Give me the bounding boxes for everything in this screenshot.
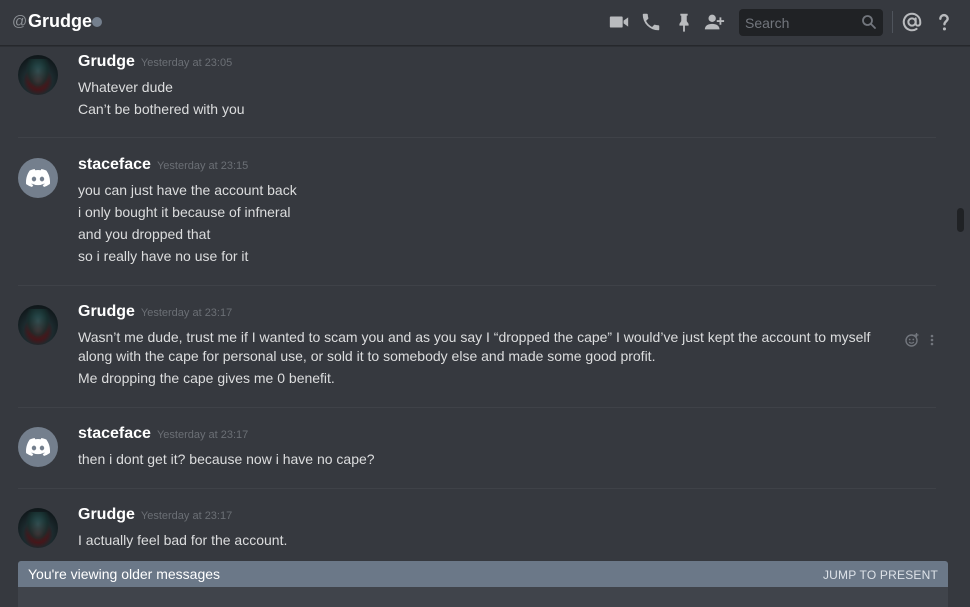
message-line: along with the cape for personal use, or… <box>78 348 656 364</box>
status-indicator <box>92 17 102 27</box>
avatar[interactable] <box>18 427 58 467</box>
scrollbar-track[interactable] <box>956 47 964 559</box>
channel-header: @ Grudge <box>0 0 970 46</box>
message-divider <box>18 285 936 286</box>
message-timestamp: Yesterday at 23:17 <box>156 429 249 441</box>
message-author[interactable]: staceface Yesterday at 23:15 <box>78 156 248 174</box>
jump-to-present-button[interactable]: JUMP TO PRESENT <box>823 568 938 582</box>
author-name[interactable]: Grudge <box>78 303 135 320</box>
message-author[interactable]: Grudge Yesterday at 23:17 <box>78 303 232 321</box>
message-divider <box>18 137 936 138</box>
discord-logo-icon <box>26 438 50 456</box>
message-line: Whatever dude <box>78 79 173 95</box>
message-line: you can just have the account back <box>78 182 297 198</box>
header-divider <box>892 11 893 33</box>
add-reaction-icon[interactable] <box>904 332 920 348</box>
message-author[interactable]: staceface Yesterday at 23:17 <box>78 425 248 443</box>
help-icon[interactable] <box>933 11 955 33</box>
pin-icon[interactable] <box>673 11 695 33</box>
message-divider <box>18 407 936 408</box>
add-friend-icon[interactable] <box>703 11 725 33</box>
search-input[interactable] <box>739 9 863 36</box>
at-icon[interactable] <box>901 11 923 33</box>
message-divider <box>18 488 936 489</box>
scrollbar-thumb[interactable] <box>957 208 964 232</box>
author-name[interactable]: staceface <box>78 425 151 442</box>
message-line: i only bought it because of infneral <box>78 204 291 220</box>
more-options-icon[interactable] <box>929 332 935 348</box>
message-timestamp: Yesterday at 23:05 <box>140 57 233 69</box>
avatar[interactable] <box>18 508 58 548</box>
discord-logo-icon <box>26 169 50 187</box>
avatar[interactable] <box>18 305 58 345</box>
avatar[interactable] <box>18 55 58 95</box>
author-name[interactable]: Grudge <box>78 506 135 523</box>
message-author[interactable]: Grudge Yesterday at 23:17 <box>78 506 232 524</box>
video-call-icon[interactable] <box>608 11 630 33</box>
message-timestamp: Yesterday at 23:17 <box>140 307 233 319</box>
message-actions <box>904 332 940 348</box>
message-input-area[interactable] <box>18 587 948 607</box>
author-name[interactable]: staceface <box>78 156 151 173</box>
avatar[interactable] <box>18 158 58 198</box>
older-messages-bar: You're viewing older messages JUMP TO PR… <box>18 561 948 587</box>
message-line: I actually feel bad for the account. <box>78 532 288 548</box>
message-timestamp: Yesterday at 23:15 <box>156 160 249 172</box>
message-line: Me dropping the cape gives me 0 benefit. <box>78 370 335 386</box>
voice-call-icon[interactable] <box>640 11 662 33</box>
channel-name[interactable]: Grudge <box>28 11 92 32</box>
at-symbol: @ <box>12 13 28 30</box>
message-line: then i dont get it? because now i have n… <box>78 451 375 467</box>
message-list[interactable]: Grudge Yesterday at 23:05 Whatever dude C… <box>0 47 955 559</box>
message-line: Can’t be bothered with you <box>78 101 245 117</box>
search-box[interactable] <box>739 9 883 36</box>
message-timestamp: Yesterday at 23:17 <box>140 510 233 522</box>
search-icon <box>861 14 877 30</box>
message-line: Wasn’t me dude, trust me if I wanted to … <box>78 329 871 345</box>
message-line: and you dropped that <box>78 226 211 242</box>
older-messages-text: You're viewing older messages <box>28 566 221 582</box>
author-name[interactable]: Grudge <box>78 53 135 70</box>
message-author[interactable]: Grudge Yesterday at 23:05 <box>78 53 232 71</box>
message-line: so i really have no use for it <box>78 248 249 264</box>
